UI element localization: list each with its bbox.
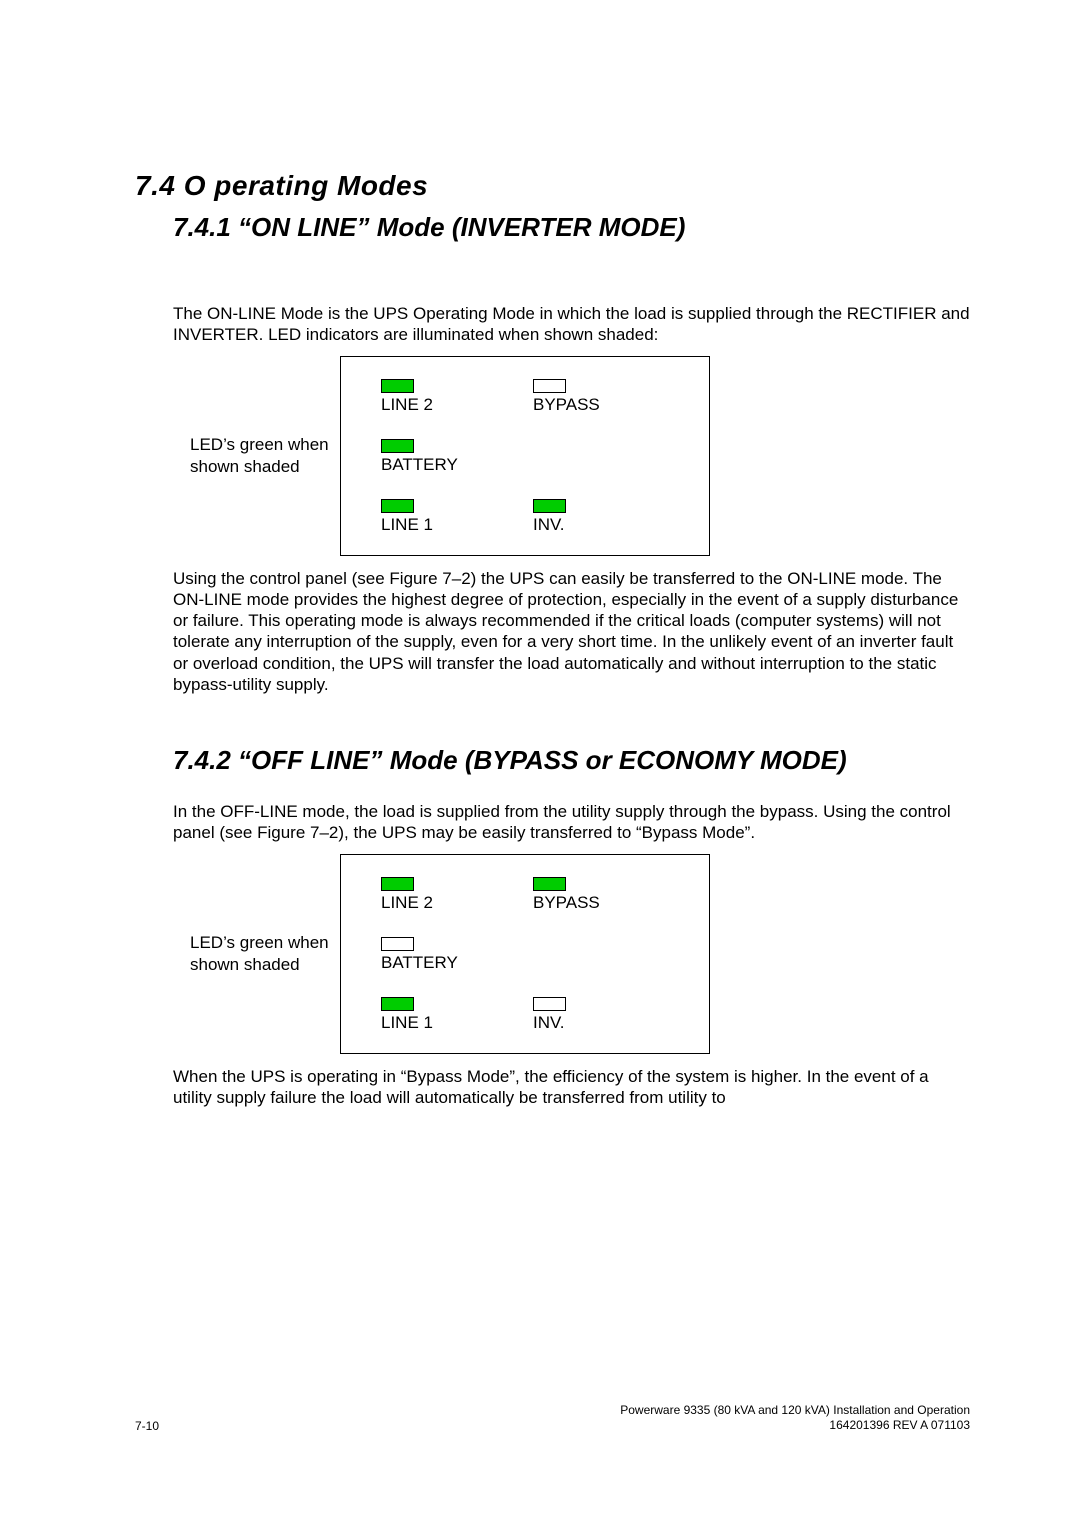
led-row: LINE 1 INV. (381, 997, 685, 1033)
page-number: 7-10 (135, 1419, 159, 1433)
subsection-heading-2: 7.4.2 “OFF LINE” Mode (BYPASS or ECONOMY… (173, 745, 970, 776)
led-battery: BATTERY (381, 937, 541, 973)
led-indicator-icon (381, 439, 414, 453)
diagram-1-note: LED’s green when shown shaded (190, 434, 340, 477)
led-battery: BATTERY (381, 439, 541, 475)
led-label: INV. (533, 1013, 565, 1033)
led-indicator-icon (381, 877, 414, 891)
section-heading: 7.4 O perating Modes (135, 170, 970, 202)
led-indicator-icon (533, 379, 566, 393)
sub2-intro: In the OFF-LINE mode, the load is suppli… (173, 801, 970, 844)
led-indicator-icon (381, 997, 414, 1011)
led-row: LINE 1 INV. (381, 499, 685, 535)
footer-line-1: Powerware 9335 (80 kVA and 120 kVA) Inst… (620, 1403, 970, 1418)
led-label: LINE 1 (381, 515, 433, 535)
led-indicator-icon (381, 499, 414, 513)
led-bypass: BYPASS (533, 877, 685, 913)
led-indicator-icon (533, 997, 566, 1011)
led-indicator-icon (533, 499, 566, 513)
diagram-2: LED’s green when shown shaded LINE 2 BYP… (190, 854, 970, 1054)
led-inv: INV. (533, 499, 685, 535)
diagram-1: LED’s green when shown shaded LINE 2 BYP… (190, 356, 970, 556)
led-indicator-icon (381, 379, 414, 393)
led-indicator-icon (381, 937, 414, 951)
led-panel-1: LINE 2 BYPASS BATTERY LINE 1 (340, 356, 710, 556)
led-panel-2: LINE 2 BYPASS BATTERY LINE 1 (340, 854, 710, 1054)
sub1-intro: The ON-LINE Mode is the UPS Operating Mo… (173, 303, 970, 346)
subsection-heading-1: 7.4.1 “ON LINE” Mode (INVERTER MODE) (173, 212, 970, 243)
led-line1: LINE 1 (381, 499, 533, 535)
led-label: BYPASS (533, 395, 600, 415)
led-inv: INV. (533, 997, 685, 1033)
footer-right: Powerware 9335 (80 kVA and 120 kVA) Inst… (620, 1403, 970, 1433)
diagram-2-note: LED’s green when shown shaded (190, 932, 340, 975)
led-label: BATTERY (381, 953, 458, 973)
led-line2: LINE 2 (381, 379, 533, 415)
led-label: BYPASS (533, 893, 600, 913)
led-label: LINE 2 (381, 395, 433, 415)
led-line2: LINE 2 (381, 877, 533, 913)
led-row: LINE 2 BYPASS (381, 379, 685, 415)
led-label: BATTERY (381, 455, 458, 475)
page: 7.4 O perating Modes 7.4.1 “ON LINE” Mod… (0, 0, 1080, 1176)
led-line1: LINE 1 (381, 997, 533, 1033)
sub1-outro: Using the control panel (see Figure 7–2)… (173, 568, 970, 696)
led-row: BATTERY (381, 937, 685, 973)
led-label: LINE 2 (381, 893, 433, 913)
led-label: INV. (533, 515, 565, 535)
led-indicator-icon (533, 877, 566, 891)
footer-line-2: 164201396 REV A 071103 (620, 1418, 970, 1433)
sub2-outro: When the UPS is operating in “Bypass Mod… (173, 1066, 970, 1109)
led-row: BATTERY (381, 439, 685, 475)
led-row: LINE 2 BYPASS (381, 877, 685, 913)
page-footer: 7-10 Powerware 9335 (80 kVA and 120 kVA)… (135, 1403, 970, 1433)
led-label: LINE 1 (381, 1013, 433, 1033)
led-bypass: BYPASS (533, 379, 685, 415)
